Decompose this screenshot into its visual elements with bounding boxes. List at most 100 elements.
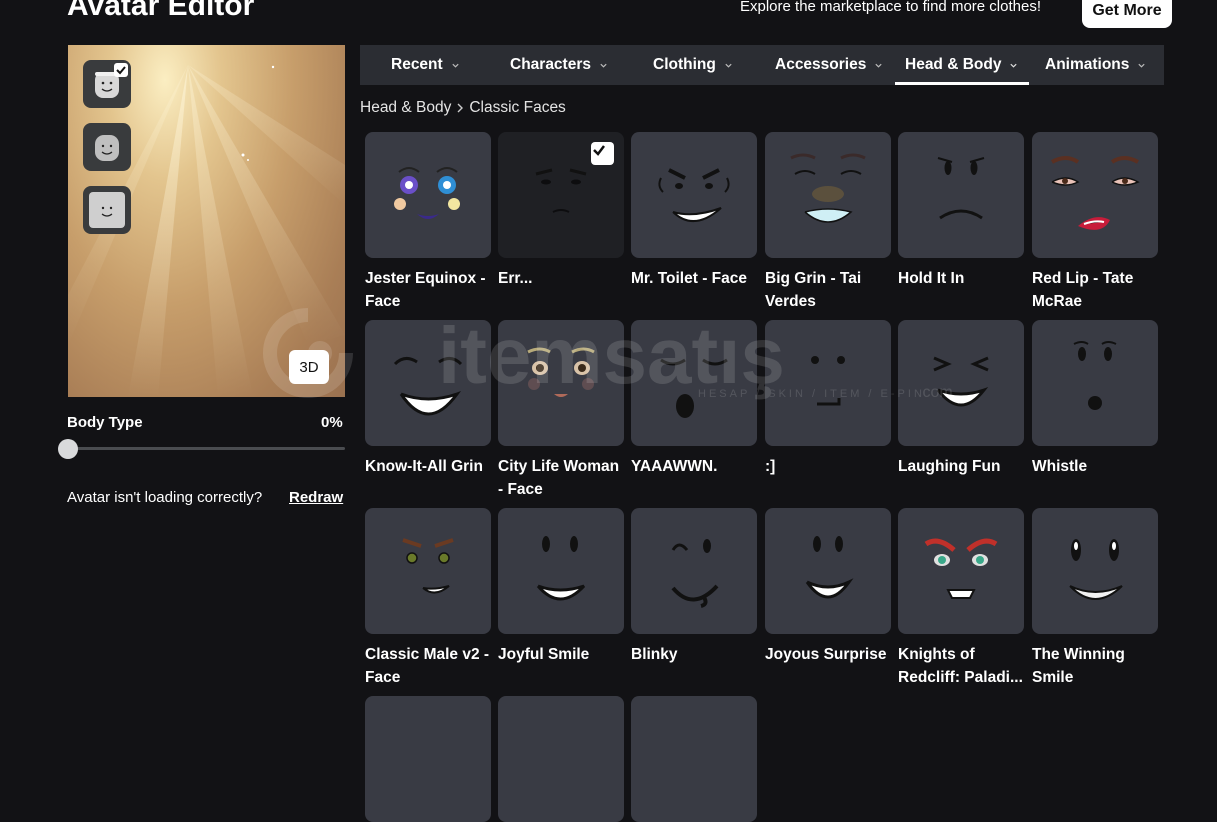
item-card[interactable] — [631, 696, 757, 822]
tab-characters[interactable]: Characters — [510, 45, 608, 85]
paladin-face-icon — [924, 538, 998, 599]
item-card[interactable] — [498, 696, 624, 822]
page-title: Avatar Editor — [67, 0, 255, 22]
marketplace-hint: Explore the marketplace to find more clo… — [740, 0, 1041, 15]
item-name: Knights of Redcliff: Paladi... — [898, 646, 1023, 686]
hold-face-icon — [937, 157, 985, 220]
classic-male-face-icon — [402, 538, 454, 594]
winning-face-icon — [1069, 539, 1123, 600]
item-card[interactable]: The Winning Smile — [1032, 508, 1158, 689]
body-type-value: 0% — [321, 414, 343, 431]
big-grin-face-icon — [790, 153, 866, 223]
item-card[interactable]: :] — [765, 320, 891, 478]
item-card[interactable]: Classic Male v2 - Face — [365, 508, 491, 689]
whistle-face-icon — [1073, 341, 1117, 410]
tab-clothing[interactable]: Clothing — [653, 45, 733, 85]
item-thumbnail — [1032, 320, 1158, 446]
tab-label: Animations — [1045, 56, 1130, 73]
red-lip-face-icon — [1051, 156, 1140, 230]
item-card[interactable]: Know-It-All Grin — [365, 320, 491, 478]
avatar-thumbnail-block-head[interactable] — [83, 186, 131, 234]
item-name: Blinky — [631, 646, 678, 663]
item-thumbnail — [498, 132, 624, 258]
item-card[interactable]: Red Lip - Tate McRae — [1032, 132, 1158, 313]
item-thumbnail — [898, 508, 1024, 634]
item-card[interactable]: Hold It In — [898, 132, 1024, 290]
tab-label: Accessories — [775, 56, 867, 73]
round-head-icon — [95, 135, 119, 161]
item-card[interactable]: Joyous Surprise — [765, 508, 891, 666]
get-more-button[interactable]: Get More — [1082, 0, 1172, 28]
item-thumbnail — [765, 132, 891, 258]
item-thumbnail — [365, 508, 491, 634]
body-type-slider-track[interactable] — [68, 447, 345, 450]
selected-check-icon — [591, 142, 614, 165]
item-card[interactable]: Err... — [498, 132, 624, 290]
item-card[interactable]: Knights of Redcliff: Paladi... — [898, 508, 1024, 689]
redraw-link[interactable]: Redraw — [289, 489, 343, 506]
city-life-face-icon — [527, 347, 595, 397]
item-thumbnail — [631, 132, 757, 258]
body-type-label: Body Type — [67, 414, 143, 431]
item-card[interactable]: Joyful Smile — [498, 508, 624, 666]
block-head-icon — [89, 192, 125, 228]
tab-recent[interactable]: Recent — [391, 45, 460, 85]
item-thumbnail — [898, 132, 1024, 258]
item-name: Know-It-All Grin — [365, 458, 483, 475]
tab-head-and-body[interactable]: Head & Body — [895, 45, 1029, 85]
yawn-face-icon — [660, 358, 728, 418]
item-name: Big Grin - Tai Verdes — [765, 270, 862, 310]
item-name: City Life Woman - Face — [498, 458, 620, 498]
item-name: The Winning Smile — [1032, 646, 1125, 686]
tab-label: Recent — [391, 56, 443, 73]
category-tabs: Recent Characters Clothing Accessories H… — [360, 45, 1164, 85]
blinky-face-icon — [671, 539, 719, 608]
tab-label: Characters — [510, 56, 591, 73]
item-card[interactable]: Laughing Fun — [898, 320, 1024, 478]
item-card[interactable] — [365, 696, 491, 822]
avatar-thumbnail-classic-head[interactable] — [83, 60, 131, 108]
item-card[interactable]: Blinky — [631, 508, 757, 666]
tab-accessories[interactable]: Accessories — [775, 45, 883, 85]
item-card[interactable]: Mr. Toilet - Face — [631, 132, 757, 290]
item-thumbnail — [1032, 508, 1158, 634]
item-thumbnail — [631, 508, 757, 634]
chevron-down-icon — [1010, 63, 1018, 68]
item-card[interactable]: City Life Woman - Face — [498, 320, 624, 501]
smirk-face-icon — [811, 356, 845, 406]
item-name: Joyous Surprise — [765, 646, 887, 663]
item-thumbnail — [631, 696, 757, 822]
item-thumbnail — [765, 320, 891, 446]
body-type-slider-handle[interactable] — [58, 439, 78, 459]
item-thumbnail — [365, 132, 491, 258]
item-thumbnail — [498, 320, 624, 446]
item-card[interactable]: Big Grin - Tai Verdes — [765, 132, 891, 313]
joyful-face-icon — [536, 536, 586, 601]
item-thumbnail — [365, 320, 491, 446]
chevron-down-icon — [725, 63, 732, 68]
item-card[interactable]: Whistle — [1032, 320, 1158, 478]
item-thumbnail — [498, 696, 624, 822]
item-thumbnail — [365, 696, 491, 822]
item-thumbnail — [498, 508, 624, 634]
chevron-right-icon — [457, 103, 464, 113]
item-name: Mr. Toilet - Face — [631, 270, 747, 287]
item-name: Whistle — [1032, 458, 1088, 475]
avatar-thumbnail-round-head[interactable] — [83, 123, 131, 171]
toggle-3d-button[interactable]: 3D — [289, 350, 329, 384]
laughing-face-icon — [933, 356, 989, 407]
item-name: Hold It In — [898, 270, 965, 287]
tab-label: Clothing — [653, 56, 716, 73]
toilet-face-icon — [658, 168, 730, 222]
item-name: :] — [765, 458, 776, 475]
item-card[interactable]: Jester Equinox - Face — [365, 132, 491, 313]
chevron-down-icon — [600, 63, 607, 68]
breadcrumb-parent[interactable]: Head & Body — [360, 99, 451, 117]
joyous-face-icon — [805, 536, 854, 599]
item-thumbnail — [631, 320, 757, 446]
checkmark-icon — [114, 63, 128, 77]
chevron-down-icon — [875, 63, 882, 68]
item-card[interactable]: YAAAWWN. — [631, 320, 757, 478]
tab-animations[interactable]: Animations — [1045, 45, 1146, 85]
breadcrumb: Head & Body Classic Faces — [360, 99, 566, 117]
